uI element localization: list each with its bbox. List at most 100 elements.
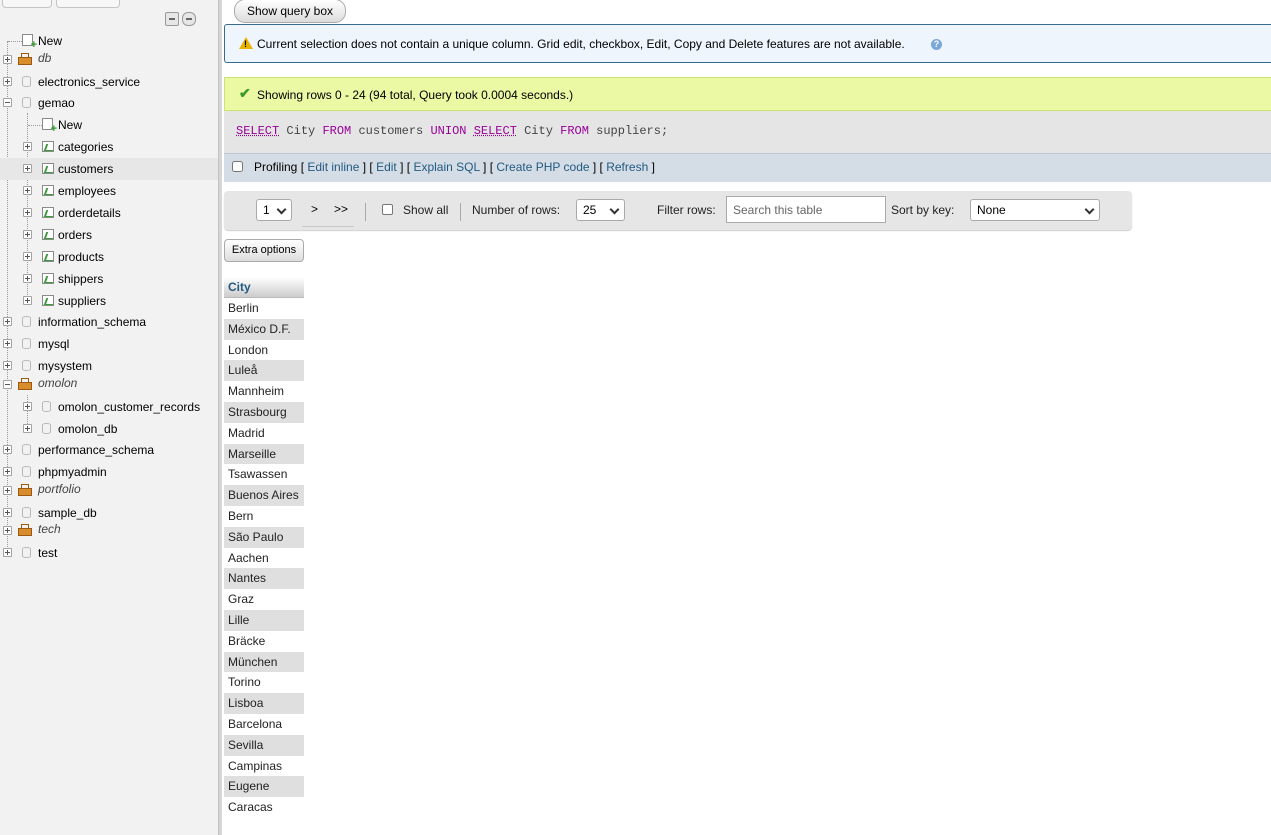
help-icon[interactable]: ?	[931, 39, 942, 50]
expand-icon[interactable]	[3, 361, 12, 370]
expand-icon[interactable]	[23, 230, 32, 239]
tree-node-test[interactable]: test	[0, 542, 218, 564]
link-with-main-icon[interactable]	[182, 12, 196, 26]
new-item-icon	[42, 118, 57, 135]
edit-inline-link[interactable]: Edit inline	[307, 160, 359, 174]
tree-node-db[interactable]: db	[0, 49, 218, 71]
tree-node-label[interactable]: tech	[38, 518, 61, 540]
collapse-all-icon[interactable]	[165, 12, 179, 26]
create-php-code-link[interactable]: Create PHP code	[496, 160, 589, 174]
profiling-bar: Profiling [ Edit inline ] [ Edit ] [ Exp…	[224, 153, 1271, 182]
page-select-value: 1	[263, 203, 270, 217]
tree-node-label[interactable]: mysql	[38, 333, 69, 355]
expand-icon[interactable]	[3, 526, 12, 535]
expand-icon[interactable]	[23, 424, 32, 433]
tree-node-performance-schema[interactable]: performance_schema	[0, 439, 218, 461]
nav-resizer[interactable]	[218, 0, 222, 835]
next-page-button[interactable]: >	[311, 202, 318, 216]
tree-node-label[interactable]: products	[58, 246, 104, 268]
tree-node-label[interactable]: electronics_service	[38, 71, 140, 93]
explain-sql-link[interactable]: Explain SQL	[413, 160, 479, 174]
tree-node-information-schema[interactable]: information_schema	[0, 311, 218, 333]
expand-icon[interactable]	[3, 339, 12, 348]
tree-node-omolon[interactable]: omolon	[0, 374, 218, 396]
tree-node-label[interactable]: customers	[58, 158, 113, 180]
chevron-down-icon	[276, 204, 287, 215]
tree-node-tech[interactable]: tech	[0, 520, 218, 542]
refresh-link[interactable]: Refresh	[606, 160, 648, 174]
table-row: Barcelona	[228, 716, 283, 731]
expand-icon[interactable]	[23, 274, 32, 283]
tree-node-orders[interactable]: orders	[0, 224, 218, 246]
show-all-checkbox[interactable]	[382, 204, 393, 215]
tree-node-label[interactable]: suppliers	[58, 290, 106, 312]
tree-node-mysql[interactable]: mysql	[0, 333, 218, 355]
settings-tab-stub[interactable]	[56, 0, 120, 8]
expand-icon[interactable]	[23, 296, 32, 305]
expand-icon[interactable]	[3, 486, 12, 495]
tree-node-label[interactable]: New	[58, 114, 82, 136]
tree-node-orderdetails[interactable]: orderdetails	[0, 202, 218, 224]
tree-node-label[interactable]: omolon_db	[58, 418, 117, 440]
rows-per-page-select[interactable]: 25	[576, 199, 625, 221]
sql-keyword[interactable]: SELECT	[474, 124, 517, 138]
page-select[interactable]: 1	[256, 199, 292, 221]
expand-icon[interactable]	[3, 77, 12, 86]
expand-icon[interactable]	[23, 402, 32, 411]
expand-icon[interactable]	[23, 186, 32, 195]
tree-node-customers[interactable]: customers	[0, 158, 218, 180]
expand-icon[interactable]	[3, 467, 12, 476]
expand-icon[interactable]	[23, 142, 32, 151]
tree-node-label[interactable]: orders	[58, 224, 92, 246]
tree-node-label[interactable]: shippers	[58, 268, 103, 290]
expand-icon[interactable]	[3, 55, 12, 64]
tree-node-label[interactable]: performance_schema	[38, 439, 154, 461]
collapse-icon[interactable]	[3, 380, 12, 389]
sql-keyword[interactable]: SELECT	[236, 124, 279, 138]
expand-icon[interactable]	[3, 548, 12, 557]
expand-icon[interactable]	[3, 445, 12, 454]
database-group-icon	[18, 524, 32, 536]
tree-node-shippers[interactable]: shippers	[0, 268, 218, 290]
tree-node-label[interactable]: orderdetails	[58, 202, 121, 224]
main-content: Show query box Current selection does no…	[224, 0, 1271, 835]
tree-node-label[interactable]: employees	[58, 180, 116, 202]
tree-node-employees[interactable]: employees	[0, 180, 218, 202]
show-all-label: Show all	[403, 203, 449, 217]
expand-icon[interactable]	[23, 164, 32, 173]
bracket: ] [	[479, 160, 497, 174]
database-icon	[22, 338, 31, 349]
last-page-button[interactable]: >>	[334, 202, 348, 216]
tree-node-categories[interactable]: categories	[0, 136, 218, 158]
expand-icon[interactable]	[3, 317, 12, 326]
tree-node-portfolio[interactable]: portfolio	[0, 480, 218, 502]
profiling-checkbox[interactable]	[232, 161, 243, 172]
home-tab-stub[interactable]	[2, 0, 52, 8]
extra-options-button[interactable]: Extra options	[224, 239, 304, 262]
tree-node-label[interactable]: omolon	[38, 372, 77, 394]
tree-node-label[interactable]: omolon_customer_records	[58, 396, 200, 418]
tree-node-label[interactable]: gemao	[38, 92, 75, 114]
expand-icon[interactable]	[23, 208, 32, 217]
bracket: ] [	[359, 160, 377, 174]
expand-icon[interactable]	[23, 252, 32, 261]
tree-node-new[interactable]: New	[0, 114, 218, 136]
filter-rows-input[interactable]	[726, 196, 886, 223]
collapse-icon[interactable]	[3, 98, 12, 107]
show-query-box-button[interactable]: Show query box	[234, 0, 346, 23]
tree-node-products[interactable]: products	[0, 246, 218, 268]
tree-node-omolon-db[interactable]: omolon_db	[0, 418, 218, 440]
tree-node-label[interactable]: categories	[58, 136, 113, 158]
tree-node-label[interactable]: portfolio	[38, 478, 81, 500]
edit-link[interactable]: Edit	[376, 160, 397, 174]
sort-by-key-select[interactable]: None	[970, 199, 1100, 221]
tree-node-omolon-customer-records[interactable]: omolon_customer_records	[0, 396, 218, 418]
tree-node-label[interactable]: db	[38, 47, 51, 69]
tree-node-gemao[interactable]: gemao	[0, 92, 218, 114]
tree-node-label[interactable]: test	[38, 542, 57, 564]
tree-node-electronics-service[interactable]: electronics_service	[0, 71, 218, 93]
tree-node-label[interactable]: information_schema	[38, 311, 146, 333]
column-header-city[interactable]: City	[224, 277, 304, 298]
tree-node-suppliers[interactable]: suppliers	[0, 290, 218, 312]
expand-icon[interactable]	[3, 508, 12, 517]
